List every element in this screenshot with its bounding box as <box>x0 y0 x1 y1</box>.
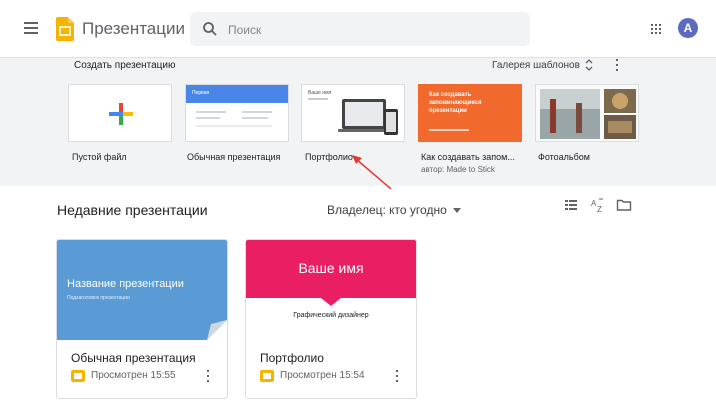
template-photo-album[interactable] <box>535 84 639 142</box>
presentation-name: Обычная презентация <box>71 351 196 365</box>
apps-grid-icon[interactable] <box>651 24 661 34</box>
photo-collage <box>536 85 638 141</box>
app-header: Презентации A <box>0 0 716 58</box>
unfold-icon[interactable] <box>585 58 593 72</box>
search-bar[interactable] <box>190 12 530 46</box>
template-thumb-title: Первая <box>192 90 210 96</box>
thumb-line <box>429 129 469 131</box>
template-make-it-stick[interactable]: Как создавать запоминающиеся презентации <box>418 84 522 142</box>
thumb-line <box>196 125 272 127</box>
preview-subtitle: Подзаголовок презентации <box>67 295 130 301</box>
owner-filter-label: Владелец: кто угодно <box>327 203 447 217</box>
avatar[interactable]: A <box>678 18 698 38</box>
more-options-icon[interactable] <box>614 57 620 73</box>
search-input[interactable] <box>226 19 520 41</box>
app-title[interactable]: Презентации <box>82 18 185 40</box>
template-thumb-header: Первая <box>186 85 288 103</box>
preview-header: Ваше имя <box>246 240 416 298</box>
preview-title: Ваше имя <box>298 260 364 276</box>
presentation-preview: Название презентации Подзаголовок презен… <box>57 240 227 340</box>
presentation-name: Портфолио <box>260 351 324 365</box>
recent-presentation-card[interactable]: Название презентации Подзаголовок презен… <box>56 239 228 399</box>
template-heading: Создать презентацию <box>74 60 176 71</box>
template-blank[interactable] <box>68 84 172 142</box>
preview-title: Название презентации <box>67 278 184 290</box>
annotation-arrow <box>352 155 392 190</box>
svg-text:Z: Z <box>597 205 602 213</box>
template-label: Как создавать запом... <box>421 152 515 162</box>
recent-heading: Недавние презентации <box>57 202 208 218</box>
preview-subtitle: Графический дизайнер <box>293 312 369 319</box>
preview-triangle <box>321 298 341 306</box>
template-label: Фотоальбом <box>538 152 590 162</box>
template-label: Портфолио <box>305 152 353 162</box>
slides-file-icon <box>71 370 85 382</box>
dropdown-arrow-icon <box>452 208 461 214</box>
thumb-line <box>242 117 268 119</box>
recent-presentation-card[interactable]: Ваше имя Графический дизайнер Портфолио … <box>245 239 417 399</box>
template-label: Обычная презентация <box>187 152 281 162</box>
thumb-line <box>196 117 220 119</box>
presentation-preview: Ваше имя Графический дизайнер <box>246 240 416 340</box>
last-opened-text: Просмотрен 15:55 <box>91 370 176 381</box>
owner-filter-dropdown[interactable]: Владелец: кто угодно <box>327 203 461 217</box>
more-options-icon[interactable] <box>394 368 400 384</box>
devices-illustration <box>338 99 398 135</box>
main-menu-icon[interactable] <box>24 22 38 34</box>
slides-file-icon <box>260 370 274 382</box>
template-author: автор: Made to Stick <box>421 165 495 174</box>
template-simple[interactable]: Первая <box>185 84 289 142</box>
template-thumb-title: Как создавать запоминающиеся презентации <box>429 92 482 114</box>
template-label: Пустой файл <box>72 152 127 162</box>
thumb-line <box>242 111 272 113</box>
folder-icon[interactable] <box>616 197 632 213</box>
more-options-icon[interactable] <box>205 368 211 384</box>
template-gallery-button[interactable]: Галерея шаблонов <box>492 60 580 71</box>
search-icon[interactable] <box>202 21 218 37</box>
last-opened-text: Просмотрен 15:54 <box>280 370 365 381</box>
thumb-line <box>196 111 226 113</box>
list-view-icon[interactable] <box>563 197 579 213</box>
page-curl <box>207 320 227 340</box>
slides-logo-icon[interactable] <box>56 17 74 41</box>
sort-az-icon[interactable]: A Z <box>590 197 606 213</box>
plus-icon <box>109 103 133 125</box>
template-portfolio[interactable]: Ваше имя <box>301 84 405 142</box>
